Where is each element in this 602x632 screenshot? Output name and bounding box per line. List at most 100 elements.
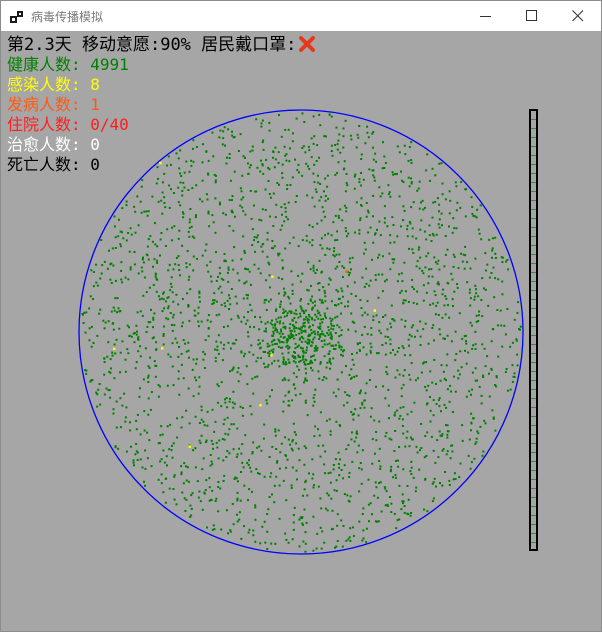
- healthy-person-dot: [170, 188, 172, 191]
- healthy-person-dot: [83, 311, 86, 314]
- healthy-person-dot: [386, 225, 389, 228]
- healthy-person-dot: [365, 382, 368, 385]
- healthy-person-dot: [338, 474, 341, 477]
- healthy-person-dot: [377, 352, 380, 355]
- healthy-person-dot: [316, 532, 319, 535]
- healthy-person-dot: [348, 257, 351, 260]
- healthy-person-dot: [465, 342, 468, 345]
- healthy-person-dot: [494, 277, 497, 280]
- healthy-person-dot: [283, 294, 286, 297]
- healthy-person-dot: [243, 525, 245, 528]
- healthy-person-dot: [327, 494, 330, 497]
- healthy-person-dot: [373, 179, 376, 182]
- healthy-person-dot: [427, 384, 430, 387]
- healthy-person-dot: [384, 314, 387, 317]
- healthy-person-dot: [172, 384, 175, 387]
- healthy-person-dot: [366, 313, 369, 316]
- healthy-person-dot: [449, 199, 452, 202]
- healthy-person-dot: [149, 356, 152, 359]
- healthy-person-dot: [307, 302, 310, 305]
- healthy-person-dot: [468, 291, 471, 294]
- healthy-person-dot: [314, 188, 317, 191]
- healthy-person-dot: [279, 346, 282, 349]
- healthy-person-dot: [471, 388, 473, 391]
- healthy-person-dot: [248, 459, 250, 462]
- healthy-person-dot: [453, 255, 456, 258]
- healthy-person-dot: [206, 526, 208, 529]
- healthy-person-dot: [429, 409, 432, 412]
- healthy-person-dot: [294, 347, 297, 350]
- healthy-person-dot: [290, 484, 293, 487]
- healthy-person-dot: [466, 281, 469, 284]
- cured-value: 0: [90, 135, 100, 154]
- healthy-person-dot: [372, 315, 375, 318]
- healthy-person-dot: [132, 461, 135, 464]
- healthy-person-dot: [366, 333, 369, 336]
- healthy-person-dot: [427, 282, 430, 285]
- healthy-person-dot: [184, 510, 187, 512]
- healthy-person-dot: [438, 210, 440, 213]
- healthy-person-dot: [222, 326, 225, 328]
- healthy-person-dot: [439, 434, 442, 437]
- healthy-person-dot: [245, 365, 248, 368]
- healthy-person-dot: [368, 168, 371, 171]
- healthy-person-dot: [304, 399, 307, 402]
- healthy-person-dot: [241, 461, 244, 464]
- healthy-person-dot: [317, 428, 319, 431]
- minimize-button[interactable]: [463, 1, 509, 31]
- healthy-person-dot: [128, 326, 130, 329]
- healthy-person-dot: [390, 304, 393, 307]
- healthy-person-dot: [356, 451, 359, 454]
- healthy-person-dot: [219, 203, 221, 206]
- healthy-person-dot: [390, 502, 393, 505]
- close-button[interactable]: [555, 1, 601, 31]
- healthy-person-dot: [464, 215, 467, 218]
- healthy-person-dot: [292, 372, 295, 375]
- healthy-person-dot: [383, 221, 386, 224]
- healthy-person-dot: [254, 315, 256, 318]
- healthy-person-dot: [490, 340, 493, 343]
- healthy-person-dot: [353, 440, 356, 443]
- healthy-person-dot: [135, 443, 138, 445]
- healthy-person-dot: [400, 318, 403, 321]
- healthy-person-dot: [374, 278, 377, 281]
- dead-value: 0: [90, 155, 100, 174]
- healthy-person-dot: [410, 159, 413, 161]
- healthy-person-dot: [506, 258, 509, 261]
- healthy-person-dot: [351, 320, 354, 323]
- healthy-person-dot: [479, 204, 482, 207]
- healthy-person-dot: [321, 345, 324, 348]
- healthy-person-dot: [361, 276, 364, 279]
- healthy-person-dot: [122, 237, 125, 240]
- healthy-person-dot: [210, 280, 213, 283]
- healthy-person-dot: [357, 414, 360, 417]
- healthy-person-dot: [362, 178, 365, 181]
- healthy-person-dot: [373, 419, 376, 422]
- healthy-person-dot: [231, 211, 234, 214]
- healthy-person-dot: [356, 342, 359, 345]
- healthy-person-dot: [352, 363, 355, 366]
- healthy-person-dot: [432, 414, 435, 417]
- healthy-person-dot: [476, 430, 479, 433]
- healthy-person-dot: [180, 471, 183, 474]
- healthy-person-dot: [412, 476, 415, 479]
- title-bar[interactable]: 病毒传播模拟: [1, 1, 601, 31]
- hospital-label: 住院人数:: [7, 115, 81, 134]
- healthy-person-dot: [96, 393, 99, 396]
- healthy-person-dot: [329, 430, 332, 433]
- healthy-person-dot: [398, 446, 401, 448]
- healthy-person-dot: [415, 265, 418, 268]
- healthy-person-dot: [220, 405, 223, 408]
- healthy-person-dot: [180, 363, 183, 366]
- maximize-button[interactable]: [509, 1, 555, 31]
- healthy-person-dot: [406, 430, 409, 433]
- healthy-person-dot: [304, 330, 307, 333]
- healthy-person-dot: [432, 497, 435, 500]
- healthy-person-dot: [429, 370, 432, 373]
- healthy-person-dot: [429, 303, 432, 306]
- healthy-person-dot: [135, 324, 138, 327]
- healthy-person-dot: [145, 253, 148, 256]
- healthy-person-dot: [431, 500, 434, 503]
- healthy-person-dot: [310, 285, 312, 287]
- healthy-person-dot: [258, 218, 261, 221]
